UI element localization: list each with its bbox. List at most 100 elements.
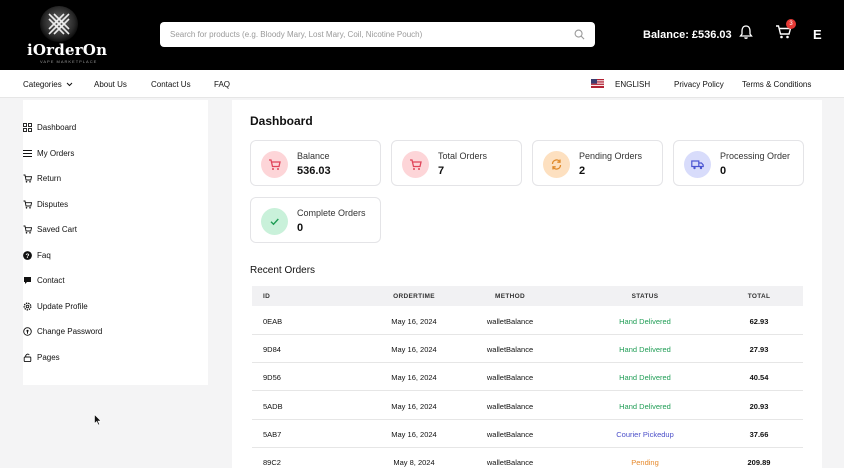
order-total: 40.54	[749, 373, 769, 382]
truck-icon	[691, 160, 704, 170]
sidebar-item-dashboard[interactable]: Dashboard	[23, 120, 76, 134]
sidebar-item-disputes[interactable]: Disputes	[23, 197, 68, 211]
sidebar-item-label: Saved Cart	[37, 224, 78, 234]
search-input[interactable]	[170, 22, 560, 47]
order-total: 20.93	[749, 402, 769, 411]
order-id: 89C2	[263, 458, 281, 467]
sidebar-item-faq[interactable]: ? Faq	[23, 248, 51, 262]
table-header: ID ORDERTIME METHOD STATUS TOTAL	[252, 286, 803, 306]
question-icon: ?	[23, 250, 32, 260]
card-value: 2	[579, 165, 586, 177]
logo-tagline: VAPE MARKETPLACE	[40, 59, 98, 64]
sidebar-item-label: Update Profile	[37, 301, 88, 311]
table-row[interactable]: 89C2 May 8, 2024 walletBalance Pending 2…	[252, 448, 803, 468]
bell-icon[interactable]	[738, 24, 754, 40]
table-row[interactable]: 5AB7 May 16, 2024 walletBalance Courier …	[252, 420, 803, 448]
order-method: walletBalance	[486, 373, 534, 382]
user-avatar[interactable]: E	[813, 27, 822, 42]
nav-terms[interactable]: Terms & Conditions	[742, 80, 811, 89]
sidebar-item-label: My Orders	[37, 148, 75, 158]
sidebar-item-my-orders[interactable]: My Orders	[23, 146, 74, 160]
order-time: May 16, 2024	[391, 402, 437, 411]
nav-about[interactable]: About Us	[94, 80, 127, 89]
header-balance: Balance: £536.03	[643, 29, 732, 41]
sidebar	[23, 100, 208, 385]
card-label: Balance	[297, 151, 330, 161]
sidebar-item-pages[interactable]: Pages	[23, 350, 60, 364]
page-title: Dashboard	[250, 114, 313, 128]
nav-privacy-policy[interactable]: Privacy Policy	[674, 80, 724, 89]
refresh-icon	[551, 159, 562, 170]
nav-contact[interactable]: Contact Us	[151, 80, 191, 89]
order-time: May 16, 2024	[391, 430, 437, 439]
order-status: Pending	[631, 458, 659, 467]
sidebar-item-label: Return	[37, 173, 62, 183]
column-header-status: STATUS	[631, 293, 659, 300]
card-value: 7	[438, 165, 445, 177]
sidebar-item-label: Disputes	[37, 199, 69, 209]
card-label: Total Orders	[438, 151, 488, 161]
mouse-cursor-icon	[94, 414, 102, 426]
card-icon-circle	[684, 151, 711, 178]
column-header-method: METHOD	[495, 293, 525, 300]
top-header: iOrderOn VAPE MARKETPLACE Balance: £536.…	[0, 0, 844, 70]
card-icon-circle	[402, 151, 429, 178]
recent-orders-title: Recent Orders	[250, 265, 316, 276]
complete-orders-card: Complete Orders 0	[250, 197, 381, 243]
card-icon-circle	[261, 151, 288, 178]
card-label: Pending Orders	[579, 151, 643, 161]
chat-icon	[24, 276, 31, 284]
nav-categories[interactable]: Categories	[23, 80, 73, 89]
order-total: 37.66	[749, 430, 769, 439]
order-id: 5ADB	[263, 402, 283, 411]
grid-icon	[23, 122, 32, 132]
table-row[interactable]: 0EAB May 16, 2024 walletBalance Hand Del…	[252, 307, 803, 335]
column-header-total: TOTAL	[747, 293, 771, 300]
order-method: walletBalance	[486, 345, 534, 354]
order-total: 209.89	[747, 458, 771, 467]
nav-categories-label: Categories	[23, 80, 62, 89]
column-header-ordertime: ORDERTIME	[393, 293, 435, 300]
card-value: 0	[720, 165, 727, 177]
sidebar-item-label: Faq	[37, 250, 51, 260]
sidebar-item-label: Pages	[37, 352, 60, 362]
sidebar-item-label: Change Password	[37, 326, 103, 336]
cart-count-badge: 3	[786, 19, 796, 29]
cart-icon	[269, 159, 281, 170]
order-total: 27.93	[749, 345, 769, 354]
order-status: Hand Delivered	[619, 402, 671, 411]
sidebar-item-contact[interactable]: Contact	[23, 273, 65, 287]
logo-mark-icon	[40, 6, 78, 42]
us-flag-icon[interactable]	[591, 79, 604, 88]
card-value: 536.03	[297, 165, 331, 177]
card-icon-circle	[261, 208, 288, 235]
table-row[interactable]: 9D56 May 16, 2024 walletBalance Hand Del…	[252, 363, 803, 391]
column-header-id: ID	[263, 293, 271, 300]
search-icon[interactable]	[574, 29, 585, 40]
check-icon	[270, 218, 279, 226]
order-method: walletBalance	[486, 458, 534, 467]
sidebar-item-return[interactable]: Return	[23, 171, 61, 185]
sidebar-item-change-password[interactable]: Change Password	[23, 324, 102, 338]
table-row[interactable]: 9D84 May 16, 2024 walletBalance Hand Del…	[252, 335, 803, 363]
sidebar-item-saved-cart[interactable]: Saved Cart	[23, 222, 77, 236]
cart-icon	[23, 225, 32, 234]
sidebar-item-update-profile[interactable]: Update Profile	[23, 299, 88, 313]
table-row[interactable]: 5ADB May 16, 2024 walletBalance Hand Del…	[252, 392, 803, 420]
site-logo[interactable]: iOrderOn VAPE MARKETPLACE	[22, 6, 107, 64]
order-id: 5AB7	[263, 430, 282, 439]
pending-orders-card: Pending Orders 2	[532, 140, 663, 186]
nav-faq[interactable]: FAQ	[214, 80, 230, 89]
order-status: Hand Delivered	[619, 317, 671, 326]
order-time: May 8, 2024	[393, 458, 435, 467]
card-value: 0	[297, 222, 304, 234]
order-id: 0EAB	[263, 317, 283, 326]
processing-order-card: Processing Order 0	[673, 140, 804, 186]
card-label: Processing Order	[720, 151, 791, 161]
language-selector[interactable]: ENGLISH	[615, 80, 650, 89]
key-icon	[23, 326, 32, 336]
cart-icon	[23, 200, 32, 209]
chevron-down-icon	[66, 83, 73, 87]
lock-icon	[23, 353, 32, 362]
order-id: 9D84	[263, 345, 281, 354]
